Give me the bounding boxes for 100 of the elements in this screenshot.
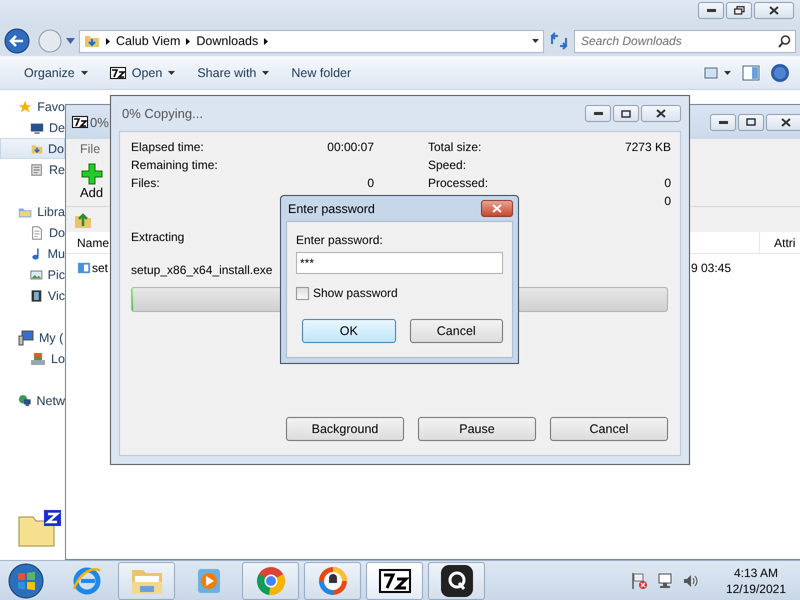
minimize-button[interactable] xyxy=(698,2,724,19)
nav-item[interactable]: Lo xyxy=(0,348,65,369)
search-field[interactable]: Search Downloads xyxy=(574,30,796,52)
address-bar[interactable]: Calub Viem Downloads xyxy=(79,30,544,52)
breadcrumb-item[interactable]: Calub Viem xyxy=(116,34,180,48)
start-button[interactable] xyxy=(6,562,46,600)
toolbar-button[interactable]: Share with xyxy=(191,62,276,82)
browser-e-icon xyxy=(71,564,103,596)
nav-item[interactable]: Favo xyxy=(0,96,65,117)
sevenzip-icon xyxy=(378,568,410,592)
dialog-button[interactable]: Background xyxy=(286,417,404,441)
film-icon xyxy=(30,288,43,304)
stat-value: 7273 KB xyxy=(624,140,671,154)
nav-item[interactable]: Pic xyxy=(0,264,65,285)
clock[interactable]: 4:13 AM 12/19/2021 xyxy=(726,564,786,596)
search-icon xyxy=(778,34,791,48)
maximize-button[interactable] xyxy=(613,105,639,122)
minimize-icon xyxy=(706,9,716,12)
column-header[interactable]: Attri xyxy=(774,236,796,250)
restore-button[interactable] xyxy=(726,2,752,19)
maximize-button[interactable] xyxy=(738,114,764,130)
nav-item[interactable]: Netw xyxy=(0,390,65,411)
column-header[interactable]: Name xyxy=(77,236,110,250)
toolbar-button[interactable]: New folder xyxy=(285,62,358,82)
stat-value: 0 xyxy=(367,176,374,190)
stat-label: Processed: xyxy=(428,176,488,190)
recent-places-icon xyxy=(30,162,44,178)
dialog-button[interactable]: OK xyxy=(302,319,396,343)
network-icon xyxy=(18,392,32,408)
preview-pane-icon[interactable] xyxy=(742,64,760,80)
window-title: 0% xyxy=(90,114,109,130)
minimize-button[interactable] xyxy=(585,105,611,122)
checkbox[interactable] xyxy=(296,286,309,300)
nav-item[interactable]: My ( xyxy=(0,327,65,348)
q-app-icon xyxy=(440,564,472,596)
chevron-icon xyxy=(186,38,190,44)
nav-item[interactable]: Libra xyxy=(0,201,65,222)
stat-label: Files: xyxy=(131,176,160,190)
close-button[interactable] xyxy=(481,200,513,217)
nav-item[interactable]: Vic xyxy=(0,285,65,306)
download-folder-icon xyxy=(84,33,100,49)
stat-label: Speed: xyxy=(428,158,466,172)
nav-item[interactable]: Do xyxy=(0,138,65,159)
media-player-icon xyxy=(196,566,222,594)
stat-label: Total size: xyxy=(428,140,482,154)
caret-icon xyxy=(262,70,270,74)
view-options-icon[interactable] xyxy=(704,66,732,78)
breadcrumb-item[interactable]: Downloads xyxy=(196,34,258,48)
nav-item[interactable]: De xyxy=(0,117,65,138)
nav-item[interactable]: Do xyxy=(0,222,65,243)
caret-icon xyxy=(168,70,176,74)
document-icon xyxy=(30,224,44,240)
stat-value: 0 xyxy=(664,176,671,190)
dialog-button[interactable]: Cancel xyxy=(550,417,668,441)
up-folder-icon[interactable] xyxy=(74,210,92,228)
stat-label: Remaining time: xyxy=(131,158,218,172)
computer-icon xyxy=(18,330,34,346)
close-icon xyxy=(656,109,666,118)
taskbar-button[interactable] xyxy=(428,562,485,600)
close-button[interactable] xyxy=(766,114,800,130)
close-button[interactable] xyxy=(641,105,681,122)
network-icon[interactable] xyxy=(656,572,674,590)
add-button[interactable]: Add xyxy=(76,163,108,206)
close-icon xyxy=(769,6,779,15)
maximize-icon xyxy=(746,118,756,126)
toolbar-button[interactable]: Open xyxy=(104,62,182,82)
maximize-icon xyxy=(621,110,631,118)
minimize-icon xyxy=(594,112,602,115)
toolbar-button[interactable]: Organize xyxy=(18,62,94,82)
history-caret-icon[interactable] xyxy=(66,38,75,44)
file-name: set xyxy=(92,261,108,275)
sevenzip-icon xyxy=(72,116,88,128)
taskbar-button[interactable] xyxy=(304,562,361,600)
stat-value: 00:00:07 xyxy=(327,140,374,154)
plus-icon xyxy=(80,163,103,185)
field-label: Enter password: xyxy=(296,233,384,247)
nav-item[interactable]: Mu xyxy=(0,243,65,264)
menu-item[interactable]: File xyxy=(80,142,100,156)
window-title: 0% Copying... xyxy=(122,106,203,121)
checkbox-label: Show password xyxy=(313,286,398,300)
dialog-title: Enter password xyxy=(288,202,375,216)
zip-folder-icon xyxy=(18,509,62,547)
dialog-button[interactable]: Pause xyxy=(418,417,536,441)
taskbar-button[interactable] xyxy=(366,562,423,600)
minimize-button[interactable] xyxy=(710,114,736,130)
refresh-icon[interactable] xyxy=(548,30,570,52)
close-icon xyxy=(492,204,502,213)
help-icon[interactable] xyxy=(770,62,790,82)
shield-browser-icon xyxy=(316,564,348,596)
table-cell: 9 03:45 xyxy=(691,261,732,275)
file-name: setup_x86_x64_install.exe xyxy=(131,263,272,277)
nav-item[interactable]: Re xyxy=(0,159,65,180)
caret-icon xyxy=(532,39,539,43)
star-icon xyxy=(18,98,32,114)
dialog-button[interactable]: Cancel xyxy=(410,319,503,343)
close-button[interactable] xyxy=(754,2,794,19)
password-field[interactable]: *** xyxy=(296,252,503,274)
flag-icon[interactable] xyxy=(630,572,648,590)
caret-icon xyxy=(80,70,88,74)
file-icon xyxy=(78,262,90,274)
